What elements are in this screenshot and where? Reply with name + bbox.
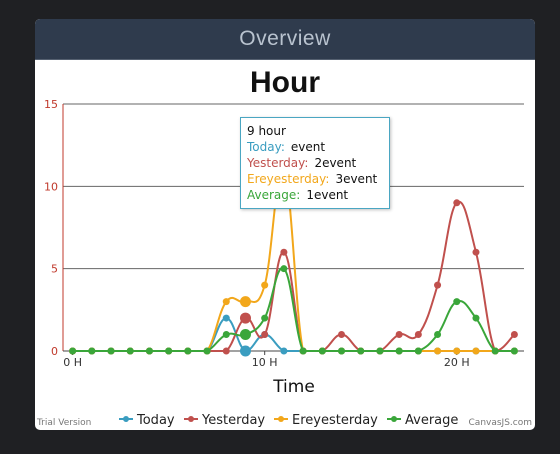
series-average[interactable] <box>69 265 518 355</box>
data-point[interactable] <box>338 331 346 339</box>
data-point[interactable] <box>261 281 269 289</box>
chart-title: Hour <box>250 66 320 99</box>
data-point[interactable] <box>414 347 422 355</box>
y-tick-label: 10 <box>44 180 58 193</box>
legend-item-yesterday[interactable]: Yesterday <box>184 413 265 428</box>
x-tick-label: 20 H <box>444 356 470 369</box>
data-point[interactable] <box>434 347 442 355</box>
tooltip-row-average: Average: 1event <box>247 187 383 203</box>
data-point[interactable] <box>222 314 230 322</box>
data-point[interactable] <box>395 347 403 355</box>
trial-version-text: Trial Version <box>36 418 91 428</box>
legend-dot-marker <box>123 416 129 422</box>
legend-item-ereyesterday[interactable]: Ereyesterday <box>274 413 378 428</box>
legend-item-today[interactable]: Today <box>119 413 175 428</box>
data-point[interactable] <box>239 312 251 324</box>
data-point[interactable] <box>107 347 115 355</box>
data-point[interactable] <box>261 314 269 322</box>
legend[interactable]: Today Yesterday Ereyesterday Average <box>119 413 458 428</box>
data-point[interactable] <box>69 347 77 355</box>
tooltip-label: Today: <box>247 140 285 154</box>
data-point[interactable] <box>280 265 288 273</box>
data-point[interactable] <box>261 331 269 339</box>
data-point[interactable] <box>280 248 288 256</box>
tooltip-value: 3event <box>335 172 378 186</box>
data-point[interactable] <box>510 347 518 355</box>
y-tick-label: 15 <box>44 98 58 111</box>
data-point[interactable] <box>145 347 153 355</box>
data-point[interactable] <box>239 329 251 341</box>
data-point[interactable] <box>491 347 499 355</box>
tooltip-label: Yesterday: <box>247 156 309 170</box>
x-tick-label: 10 H <box>252 356 278 369</box>
data-point[interactable] <box>453 298 461 306</box>
x-axis-title: Time <box>272 377 315 397</box>
x-tick-label: 0 H <box>63 356 82 369</box>
hour-chart: Hour 0 5 10 15 0 H 10 H 20 H Time Today Yesterd… <box>36 66 532 428</box>
tooltip-label: Ereyesterday: <box>247 172 330 186</box>
data-point[interactable] <box>357 347 365 355</box>
legend-label: Yesterday <box>201 413 265 428</box>
data-point[interactable] <box>299 347 307 355</box>
data-point[interactable] <box>395 331 403 339</box>
data-point[interactable] <box>222 347 230 355</box>
data-point[interactable] <box>88 347 96 355</box>
data-point[interactable] <box>338 347 346 355</box>
data-point[interactable] <box>472 248 480 256</box>
data-point[interactable] <box>376 347 384 355</box>
legend-item-average[interactable]: Average <box>387 413 458 428</box>
data-point[interactable] <box>239 296 251 308</box>
data-point[interactable] <box>222 298 230 306</box>
data-point[interactable] <box>318 347 326 355</box>
data-point[interactable] <box>165 347 173 355</box>
legend-dot-marker <box>188 416 194 422</box>
data-point[interactable] <box>239 345 251 357</box>
data-point[interactable] <box>453 347 461 355</box>
legend-label: Average <box>405 413 458 428</box>
data-point[interactable] <box>472 314 480 322</box>
tooltip-row-today: Today: event <box>247 139 383 155</box>
canvasjs-credit[interactable]: CanvasJS.com <box>469 418 532 428</box>
data-point[interactable] <box>453 199 461 207</box>
y-tick-label: 5 <box>51 263 58 276</box>
data-point[interactable] <box>434 281 442 289</box>
y-tick-label: 0 <box>51 345 58 358</box>
data-point[interactable] <box>222 331 230 339</box>
legend-label: Ereyesterday <box>292 413 378 428</box>
tooltip-value: 1event <box>306 188 349 202</box>
series-line <box>72 267 515 353</box>
data-point[interactable] <box>126 347 134 355</box>
series-line <box>72 200 516 353</box>
tooltip-label: Average: <box>247 188 301 202</box>
data-point[interactable] <box>472 347 480 355</box>
series-yesterday[interactable] <box>69 199 518 355</box>
legend-dot-marker <box>391 416 397 422</box>
tooltip-value: 2event <box>314 156 357 170</box>
legend-label: Today <box>136 413 175 428</box>
data-point[interactable] <box>434 331 442 339</box>
legend-dot-marker <box>278 416 284 422</box>
tooltip-header: 9 hour <box>247 124 286 138</box>
tooltip-row-yesterday: Yesterday: 2event <box>247 155 383 171</box>
data-point[interactable] <box>510 331 518 339</box>
tooltip-row-ereyesterday: Ereyesterday: 3event <box>247 171 383 187</box>
data-point[interactable] <box>203 347 211 355</box>
data-point[interactable] <box>414 331 422 339</box>
tooltip-value: event <box>290 140 326 154</box>
series-line <box>72 317 515 353</box>
data-point[interactable] <box>280 347 288 355</box>
data-point[interactable] <box>184 347 192 355</box>
tooltip: 9 hour Today: event Yesterday: 2event Erey… <box>240 117 390 209</box>
